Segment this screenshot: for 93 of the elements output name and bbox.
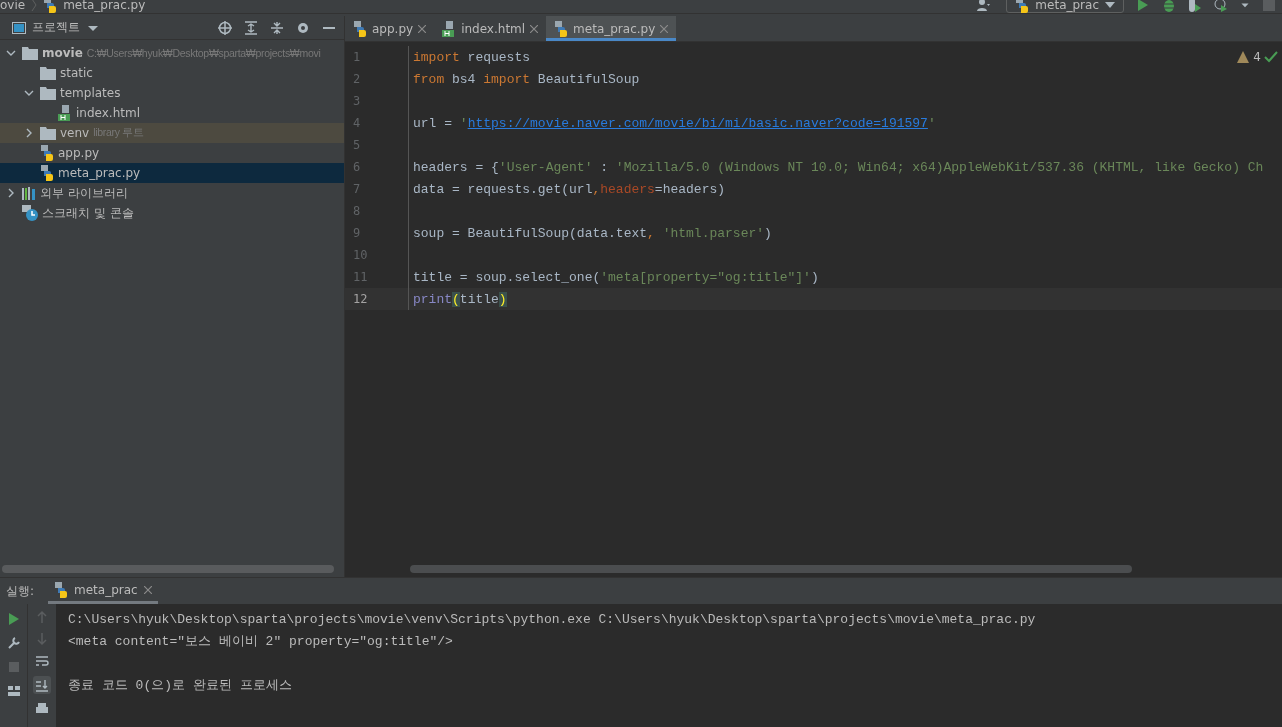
- python-file-icon: [43, 0, 58, 13]
- layout-icon[interactable]: [6, 684, 21, 698]
- scrollbar[interactable]: [410, 565, 1132, 573]
- line-number: 5: [352, 138, 362, 152]
- tree-item[interactable]: movie C:₩Users₩hyuk₩Desktop₩sparta₩projects₩movi: [0, 43, 344, 63]
- wrench-icon[interactable]: [6, 636, 21, 650]
- run-configuration-dropdown[interactable]: meta_prac: [1006, 0, 1124, 13]
- tree-item-label: index.html: [76, 106, 140, 120]
- tree-item[interactable]: static: [0, 63, 344, 83]
- library-icon: [22, 186, 36, 200]
- scratch-console-icon: [22, 205, 38, 221]
- python-file-icon: [353, 20, 367, 37]
- code-line: print(title): [412, 291, 507, 307]
- tree-item[interactable]: 외부 라이브러리: [0, 183, 344, 203]
- python-file-icon: [40, 165, 54, 181]
- line-number: 12: [352, 292, 369, 306]
- code-line: from bs4 import BeautifulSoup: [412, 71, 640, 87]
- line-number: 6: [352, 160, 362, 174]
- panel-title: 프로젝트: [32, 19, 80, 36]
- warning-count[interactable]: 4: [1253, 50, 1261, 64]
- profile-icon[interactable]: [1214, 0, 1228, 12]
- python-icon: [54, 581, 69, 598]
- code-line: data = requests.get(url,headers=headers): [412, 181, 726, 197]
- breadcrumb-project[interactable]: ovie: [0, 0, 26, 12]
- coverage-icon[interactable]: [1188, 0, 1202, 12]
- editor-tab[interactable]: app.py: [345, 16, 435, 41]
- print-icon[interactable]: [35, 702, 49, 716]
- tree-item[interactable]: index.html: [0, 103, 344, 123]
- tree-item-label: venv: [60, 126, 90, 140]
- debug-icon[interactable]: [1162, 0, 1176, 12]
- tree-item-hint: C:₩Users₩hyuk₩Desktop₩sparta₩projects₩movi: [86, 47, 321, 59]
- html-file-icon: [442, 20, 457, 37]
- code-line: soup = BeautifulSoup(data.text, 'html.parser'): [412, 225, 772, 241]
- python-file-icon: [40, 145, 54, 161]
- console-output-line: 종료 코드 0(으)로 완료된 프로세스: [68, 677, 293, 695]
- line-number: 10: [352, 248, 369, 262]
- run-icon[interactable]: [1136, 0, 1150, 12]
- collapse-all-icon[interactable]: [270, 20, 284, 35]
- warning-icon[interactable]: [1236, 50, 1251, 64]
- line-number: 4: [352, 116, 362, 130]
- expand-all-icon[interactable]: [244, 20, 258, 35]
- python-file-icon: [554, 20, 569, 37]
- tree-item[interactable]: templates: [0, 83, 344, 103]
- folder-icon: [22, 46, 38, 60]
- line-number: 1: [352, 50, 362, 64]
- locate-icon[interactable]: [218, 20, 232, 35]
- tree-item-label: app.py: [58, 146, 100, 160]
- dropdown-icon: [1105, 1, 1115, 8]
- chevron-down-icon[interactable]: [6, 48, 16, 58]
- breadcrumb-file[interactable]: meta_prac.py: [63, 0, 146, 12]
- tree-item-label: 외부 라이브러리: [40, 184, 128, 202]
- line-number: 3: [352, 94, 362, 108]
- code-line: headers = {'User-Agent' : 'Mozilla/5.0 (Windows NT 10.0; Win64; x64)AppleWebKit/537.36 (KHTML, like Gecko) Ch: [412, 159, 1264, 175]
- code-line: url = 'https://movie.naver.com/movie/bi/mi/basic.naver?code=191597': [412, 115, 936, 131]
- line-number: 11: [352, 270, 369, 284]
- line-number: 7: [352, 182, 362, 196]
- scroll-to-end-icon[interactable]: [35, 678, 49, 692]
- line-number: 2: [352, 72, 362, 86]
- tree-item[interactable]: meta_prac.py: [0, 163, 344, 183]
- soft-wrap-icon[interactable]: [35, 654, 49, 668]
- settings-icon[interactable]: [296, 20, 310, 35]
- project-view-icon[interactable]: [12, 20, 26, 35]
- tree-item-label: 스크래치 및 콘솔: [42, 204, 134, 222]
- chevron-right-icon[interactable]: [6, 188, 16, 198]
- rerun-icon[interactable]: [6, 612, 21, 626]
- line-number: 9: [352, 226, 362, 240]
- chevron-down-icon[interactable]: [24, 88, 34, 98]
- html-file-icon: [58, 105, 72, 121]
- run-panel-label: 실행:: [6, 582, 35, 600]
- scrollbar[interactable]: [2, 565, 334, 573]
- breadcrumb-separator-icon: [31, 0, 38, 11]
- tree-item[interactable]: 스크래치 및 콘솔: [0, 203, 344, 223]
- python-icon: [1015, 0, 1030, 13]
- tree-item-label: templates: [60, 86, 121, 100]
- tree-item-label: movie: [42, 46, 83, 60]
- close-icon[interactable]: [143, 585, 152, 594]
- editor-tab[interactable]: meta_prac.py: [546, 16, 677, 41]
- tree-item[interactable]: app.py: [0, 143, 344, 163]
- console-output-line: C:\Users\hyuk\Desktop\sparta\projects\movie\venv\Scripts\python.exe C:\Users\hyuk\Desktop\sparta\projects\movie\meta_prac.py: [68, 610, 1037, 629]
- close-icon[interactable]: [530, 24, 539, 33]
- tree-item-label: static: [60, 66, 93, 80]
- check-icon[interactable]: [1264, 50, 1278, 64]
- editor-tab[interactable]: index.html: [434, 16, 547, 41]
- tree-item-label: meta_prac.py: [58, 166, 141, 180]
- folder-icon: [40, 66, 56, 80]
- code-line: import requests: [412, 49, 531, 65]
- code-line: title = soup.select_one('meta[property="og:title"]'): [412, 269, 819, 285]
- line-number: 8: [352, 204, 362, 218]
- folder-icon: [40, 86, 56, 100]
- chevron-right-icon[interactable]: [24, 128, 34, 138]
- folder-icon: [40, 126, 56, 140]
- close-icon[interactable]: [418, 24, 427, 33]
- console-output-line: <meta content="보스 베이비 2" property="og:title"/>: [68, 633, 454, 651]
